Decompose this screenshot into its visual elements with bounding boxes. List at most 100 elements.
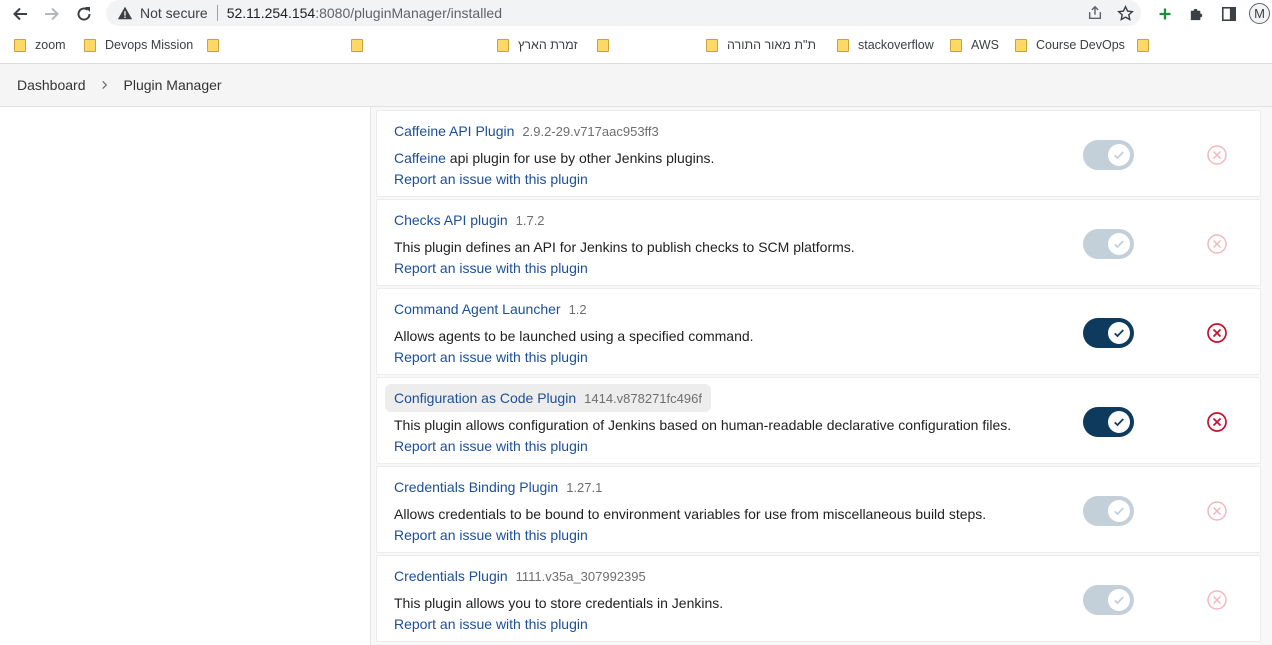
plugin-version: 1.27.1	[566, 480, 603, 495]
breadcrumb-plugin-manager[interactable]: Plugin Manager	[124, 77, 222, 93]
folder-icon	[497, 38, 509, 52]
folder-icon	[950, 38, 962, 52]
uninstall-icon[interactable]	[1206, 411, 1228, 433]
bookmark-label: stackoverflow	[858, 38, 934, 52]
description-link[interactable]: Caffeine	[394, 150, 446, 166]
plugin-name-link[interactable]: Credentials Binding Plugin	[394, 479, 558, 495]
folder-icon	[1015, 38, 1027, 52]
plugin-version: 2.9.2-29.v717aac953ff3	[522, 124, 659, 139]
address-bar[interactable]: Not secure 52.11.254.154:8080/pluginMana…	[106, 0, 1141, 26]
folder-icon	[351, 38, 363, 52]
plugin-row: Command Agent Launcher 1.2 Allows agents…	[376, 288, 1261, 375]
plugin-row: Caffeine API Plugin 2.9.2-29.v717aac953f…	[376, 110, 1261, 197]
enable-toggle[interactable]	[1083, 318, 1134, 348]
folder-icon	[84, 38, 96, 52]
bookmark-folder[interactable]: ת"ת מאור התורה	[706, 33, 816, 57]
folder-icon	[1137, 38, 1149, 52]
bookmark-label: Devops Mission	[105, 38, 194, 52]
bookmark-folder[interactable]	[351, 33, 372, 57]
plugin-description: This plugin allows configuration of Jenk…	[394, 417, 1012, 433]
check-icon	[1108, 233, 1130, 255]
plugin-description: Caffeine api plugin for use by other Jen…	[394, 150, 714, 166]
side-panel-icon[interactable]	[1217, 3, 1240, 25]
url-host: 52.11.254.154	[226, 5, 316, 21]
plugin-version: 1.2	[568, 302, 587, 317]
report-issue-link[interactable]: Report an issue with this plugin	[394, 260, 588, 276]
bookmark-folder[interactable]: זמרת הארץ	[497, 33, 578, 57]
divider	[216, 5, 218, 21]
plugin-row: Credentials Binding Plugin 1.27.1 Allows…	[376, 466, 1261, 553]
folder-icon	[597, 38, 609, 52]
plugin-description: Allows agents to be launched using a spe…	[394, 328, 754, 344]
not-secure-label[interactable]: Not secure	[140, 5, 208, 21]
profile-avatar[interactable]: M	[1249, 3, 1270, 24]
plugin-name-link[interactable]: Configuration as Code Plugin	[394, 390, 576, 406]
check-icon	[1108, 144, 1130, 166]
report-issue-link[interactable]: Report an issue with this plugin	[394, 527, 588, 543]
plugin-description: Allows credentials to be bound to enviro…	[394, 506, 987, 522]
plugin-title: Caffeine API Plugin 2.9.2-29.v717aac953f…	[394, 123, 659, 139]
plugin-row: Configuration as Code Plugin 1414.v87827…	[376, 377, 1261, 464]
extension-plus-icon[interactable]	[1153, 3, 1176, 25]
uninstall-icon[interactable]	[1206, 322, 1228, 344]
bookmark-folder[interactable]	[207, 33, 228, 57]
check-icon	[1108, 411, 1130, 433]
star-icon[interactable]	[1115, 3, 1135, 23]
plugin-description: This plugin allows you to store credenti…	[394, 595, 724, 611]
folder-icon	[207, 38, 219, 52]
enable-toggle[interactable]	[1083, 229, 1134, 259]
description-text: api plugin for use by other Jenkins plug…	[445, 150, 715, 166]
bookmarks-bar: zoom Devops Mission זמרת הארץ ת"ת מאור ה…	[0, 33, 1272, 57]
bookmark-folder[interactable]	[1137, 33, 1158, 57]
check-icon	[1108, 322, 1130, 344]
bookmark-label: ת"ת מאור התורה	[727, 38, 817, 52]
bookmark-folder[interactable]: stackoverflow	[837, 33, 934, 57]
plugin-name-link[interactable]: Caffeine API Plugin	[394, 123, 514, 139]
share-icon[interactable]	[1085, 3, 1105, 23]
plugin-row: Checks API plugin 1.7.2 This plugin defi…	[376, 199, 1261, 286]
enable-toggle[interactable]	[1083, 496, 1134, 526]
enable-toggle[interactable]	[1083, 407, 1134, 437]
back-icon[interactable]	[9, 3, 31, 25]
plugin-list: Caffeine API Plugin 2.9.2-29.v717aac953f…	[370, 107, 1272, 645]
report-issue-link[interactable]: Report an issue with this plugin	[394, 349, 588, 365]
bookmark-folder[interactable]: AWS	[950, 33, 999, 57]
plugin-name-link[interactable]: Credentials Plugin	[394, 568, 508, 584]
url-path: :8080/pluginManager/installed	[315, 5, 503, 21]
check-icon	[1108, 589, 1130, 611]
uninstall-icon	[1206, 500, 1228, 522]
report-issue-link[interactable]: Report an issue with this plugin	[394, 171, 588, 187]
chevron-right-icon	[100, 80, 110, 90]
bookmark-folder[interactable]	[597, 33, 618, 57]
plugin-title: Credentials Binding Plugin 1.27.1	[394, 479, 602, 495]
plugin-name-link[interactable]: Checks API plugin	[394, 212, 508, 228]
reload-icon[interactable]	[73, 3, 95, 25]
bookmark-label: Course DevOps	[1036, 38, 1125, 52]
browser-toolbar: Not secure 52.11.254.154:8080/pluginMana…	[0, 0, 1272, 28]
bookmark-label: AWS	[971, 38, 1000, 52]
plugin-description: This plugin defines an API for Jenkins t…	[394, 239, 855, 255]
bookmark-folder[interactable]: Devops Mission	[84, 33, 193, 57]
enable-toggle[interactable]	[1083, 140, 1134, 170]
plugin-title: Command Agent Launcher 1.2	[394, 301, 587, 317]
plugin-title: Credentials Plugin 1111.v35a_307992395	[394, 568, 646, 584]
warning-icon[interactable]	[116, 4, 134, 22]
folder-icon	[706, 38, 718, 52]
bookmark-folder[interactable]: Course DevOps	[1015, 33, 1125, 57]
plugin-title: Checks API plugin 1.7.2	[394, 212, 545, 228]
enable-toggle[interactable]	[1083, 585, 1134, 615]
plugin-name-link[interactable]: Command Agent Launcher	[394, 301, 561, 317]
plugin-version: 1111.v35a_307992395	[515, 569, 646, 584]
folder-icon	[837, 38, 849, 52]
plugin-title: Configuration as Code Plugin 1414.v87827…	[385, 384, 711, 412]
report-issue-link[interactable]: Report an issue with this plugin	[394, 438, 588, 454]
forward-icon[interactable]	[41, 3, 63, 25]
plugin-row: Credentials Plugin 1111.v35a_307992395 T…	[376, 555, 1261, 642]
bookmark-folder[interactable]: zoom	[14, 33, 66, 57]
extensions-puzzle-icon[interactable]	[1185, 3, 1208, 25]
uninstall-icon	[1206, 233, 1228, 255]
plugin-version: 1414.v878271fc496f	[584, 391, 702, 406]
report-issue-link[interactable]: Report an issue with this plugin	[394, 616, 588, 632]
breadcrumb-dashboard[interactable]: Dashboard	[17, 77, 86, 93]
check-icon	[1108, 500, 1130, 522]
